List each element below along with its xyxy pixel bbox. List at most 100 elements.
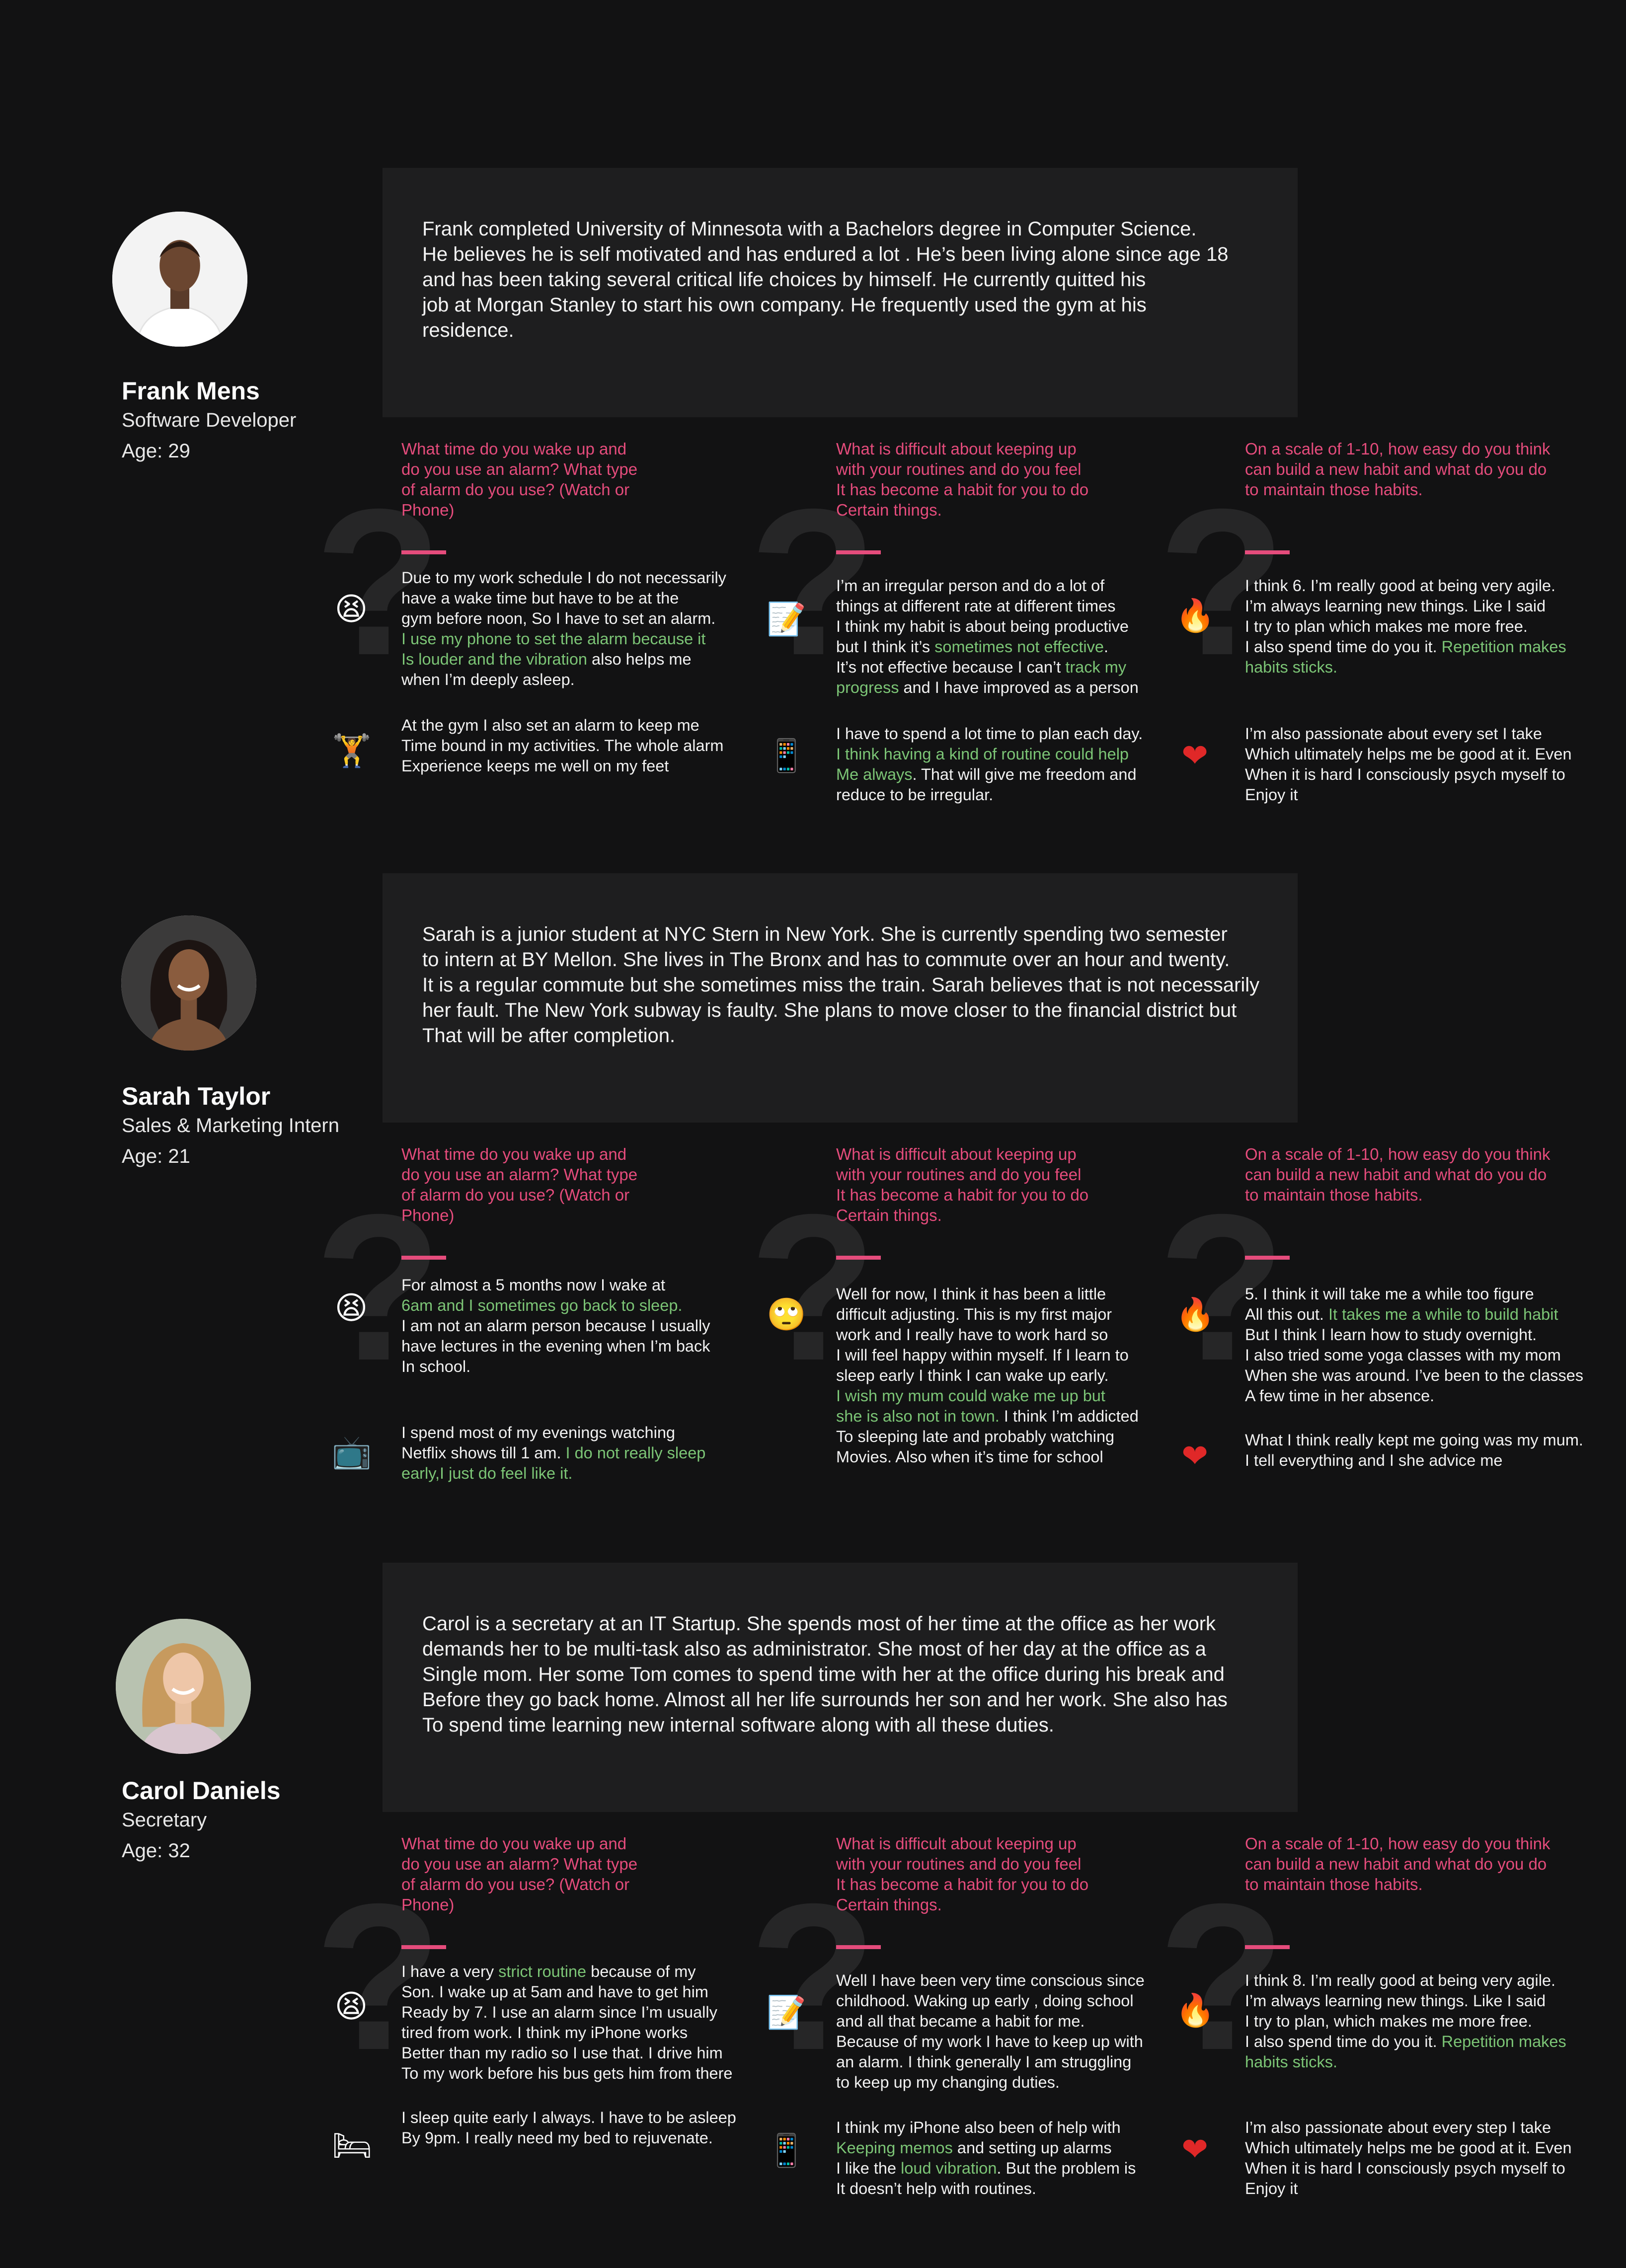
mobile-phone-icon: 📱 xyxy=(767,738,806,774)
person-avatar-image xyxy=(121,915,256,1051)
question-underline xyxy=(1245,550,1290,554)
question-column-1: ? What time do you wake up and do you us… xyxy=(314,1833,769,2164)
answer-text: Well I have been very time conscious sin… xyxy=(836,1970,1204,2093)
answer-text-segment: Well for now, I think it has been a litt… xyxy=(836,1285,1129,1384)
avatar xyxy=(112,212,247,347)
tired-face-icon: 😫 xyxy=(334,591,368,628)
question-underline xyxy=(401,550,446,554)
tired-face-icon: 😫 xyxy=(334,1988,368,2025)
bio-text: Sarah is a junior student at NYC Stern i… xyxy=(422,923,1260,1047)
persona-role: Secretary xyxy=(122,1809,207,1831)
answer-text: I think 8. I’m really good at being very… xyxy=(1245,1970,1613,2072)
answer-text: I sleep quite early I always. I have to … xyxy=(401,2108,769,2148)
question-wake-alarm: What time do you wake up and do you use … xyxy=(401,1145,638,1224)
answer-text: I think 6. I’m really good at being very… xyxy=(1245,576,1613,678)
question-habit-scale: On a scale of 1-10, how easy do you thin… xyxy=(1245,1834,1550,1893)
persona-name: Frank Mens xyxy=(122,377,260,405)
answer-text: 5. I think it will take me a while too f… xyxy=(1245,1284,1613,1406)
question-underline xyxy=(836,550,881,554)
bed-icon: 🛏 xyxy=(332,2127,373,2164)
answer-text: What I think really kept me going was my… xyxy=(1245,1430,1613,1471)
answer-text-segment: I am not an alarm person because I usual… xyxy=(401,1317,710,1375)
avatar xyxy=(121,915,256,1051)
red-heart-icon: ❤ xyxy=(1181,2131,1208,2168)
question-column-3: ? On a scale of 1-10, how easy do you th… xyxy=(1158,1144,1613,1475)
answer-text: I spend most of my evenings watching Net… xyxy=(401,1423,769,1484)
highlighted-answer-text: sometimes not effective xyxy=(934,638,1104,656)
highlighted-answer-text: 6am and I sometimes go back to sleep. xyxy=(401,1296,683,1314)
question-routine-difficulty: What is difficult about keeping up with … xyxy=(836,1145,1089,1224)
question-column-2: ? What is difficult about keeping up wit… xyxy=(749,1144,1204,1466)
persona-age: Age: 32 xyxy=(122,1840,190,1862)
answer-text: Well for now, I think it has been a litt… xyxy=(836,1284,1204,1467)
question-routine-difficulty: What is difficult about keeping up with … xyxy=(836,440,1089,519)
answer-text-segment: What I think really kept me going was my… xyxy=(1245,1431,1583,1469)
answer-text: I think my iPhone also been of help with… xyxy=(836,2117,1204,2199)
weightlifter-icon: 🏋 xyxy=(332,733,372,769)
answer-text-segment: I’m also passionate about every step I t… xyxy=(1245,2118,1572,2197)
bio-card: Sarah is a junior student at NYC Stern i… xyxy=(383,873,1298,1123)
answer-text-segment: Well I have been very time conscious sin… xyxy=(836,1971,1145,2091)
question-habit-scale: On a scale of 1-10, how easy do you thin… xyxy=(1245,440,1550,499)
highlighted-answer-text: Keeping memos xyxy=(836,2139,953,2157)
highlighted-answer-text: It takes me a while to build habit xyxy=(1328,1305,1558,1323)
answer-text-segment: Due to my work schedule I do not necessa… xyxy=(401,569,726,627)
eye-roll-face-icon: 🙄 xyxy=(767,1296,806,1333)
answer-text: Due to my work schedule I do not necessa… xyxy=(401,568,769,690)
answer-text-segment: But I think I learn how to study overnig… xyxy=(1245,1326,1584,1405)
answer-text-segment: I think my iPhone also been of help with xyxy=(836,2118,1121,2136)
persona-role: Software Developer xyxy=(122,409,297,431)
person-avatar-image xyxy=(116,1619,251,1754)
avatar xyxy=(116,1619,251,1754)
bio-text: Carol is a secretary at an IT Startup. S… xyxy=(422,1613,1228,1736)
answer-text: I have a very strict routine because of … xyxy=(401,1962,769,2084)
answer-text-segment: I’m also passionate about every set I ta… xyxy=(1245,725,1572,804)
answer-text: For almost a 5 months now I wake at 6am … xyxy=(401,1275,769,1377)
red-heart-icon: ❤ xyxy=(1181,738,1208,774)
person-avatar-image xyxy=(112,212,247,347)
question-underline xyxy=(836,1256,881,1260)
question-wake-alarm: What time do you wake up and do you use … xyxy=(401,1834,638,1914)
mobile-phone-icon: 📱 xyxy=(767,2132,806,2169)
answer-text: I’m also passionate about every step I t… xyxy=(1245,2117,1613,2199)
question-habit-scale: On a scale of 1-10, how easy do you thin… xyxy=(1245,1145,1550,1204)
television-icon: 📺 xyxy=(332,1434,372,1471)
fire-icon: 🔥 xyxy=(1175,598,1215,634)
answer-text-segment: I have to spend a lot time to plan each … xyxy=(836,725,1143,743)
question-underline xyxy=(1245,1945,1290,1949)
persona-card-sarah: Sarah Taylor Sales & Marketing Intern Ag… xyxy=(0,873,1626,1579)
bio-card: Carol is a secretary at an IT Startup. S… xyxy=(383,1563,1298,1812)
answer-text: At the gym I also set an alarm to keep m… xyxy=(401,715,769,776)
answer-text: I’m an irregular person and do a lot of … xyxy=(836,576,1204,698)
answer-text-segment: At the gym I also set an alarm to keep m… xyxy=(401,716,724,775)
highlighted-answer-text: loud vibration xyxy=(901,2159,997,2177)
question-underline xyxy=(401,1256,446,1260)
answer-text: I’m also passionate about every set I ta… xyxy=(1245,724,1613,805)
question-wake-alarm: What time do you wake up and do you use … xyxy=(401,440,638,519)
question-underline xyxy=(1245,1256,1290,1260)
tired-face-icon: 😫 xyxy=(334,1290,368,1327)
question-column-1: ? What time do you wake up and do you us… xyxy=(314,1144,769,1482)
answer-text-segment: I sleep quite early I always. I have to … xyxy=(401,2109,736,2147)
persona-age: Age: 21 xyxy=(122,1145,190,1167)
persona-name: Carol Daniels xyxy=(122,1777,281,1805)
answer-text: I have to spend a lot time to plan each … xyxy=(836,724,1204,805)
question-column-1: ? What time do you wake up and do you us… xyxy=(314,439,769,775)
answer-text-segment: and I have improved as a person xyxy=(899,679,1139,696)
persona-age: Age: 29 xyxy=(122,440,190,462)
question-column-3: ? On a scale of 1-10, how easy do you th… xyxy=(1158,439,1613,804)
answer-text-segment: For almost a 5 months now I wake at xyxy=(401,1276,666,1294)
question-underline xyxy=(401,1945,446,1949)
persona-card-frank: Frank Mens Software Developer Age: 29 Fr… xyxy=(0,168,1626,873)
bio-text: Frank completed University of Minnesota … xyxy=(422,218,1229,341)
persona-name: Sarah Taylor xyxy=(122,1082,271,1110)
memo-icon: 📝 xyxy=(767,1994,806,2031)
question-routine-difficulty: What is difficult about keeping up with … xyxy=(836,1834,1089,1914)
answer-text-segment: because of my Son. I wake up at 5am and … xyxy=(401,1963,733,2082)
question-column-2: ? What is difficult about keeping up wit… xyxy=(749,439,1204,804)
memo-icon: 📝 xyxy=(767,601,806,638)
bio-card: Frank completed University of Minnesota … xyxy=(383,168,1298,417)
fire-icon: 🔥 xyxy=(1175,1296,1215,1333)
highlighted-answer-text: strict routine xyxy=(498,1963,587,1980)
question-underline xyxy=(836,1945,881,1949)
